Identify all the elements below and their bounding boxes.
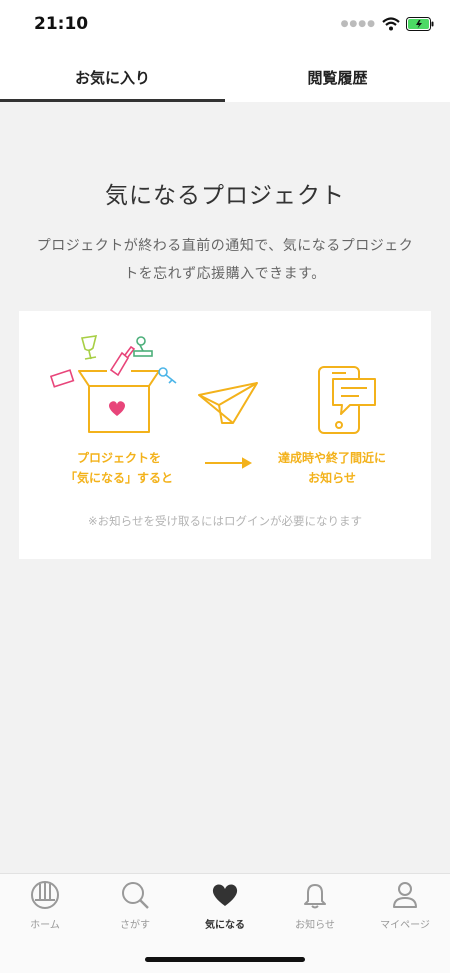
caption-notify-line1: 達成時や終了間近に	[277, 451, 386, 465]
caption-favorite: プロジェクトを 「気になる」すると	[49, 448, 189, 488]
tab-bar: お気に入り 閲覧履歴	[0, 52, 450, 102]
nav-favorites[interactable]: 気になる	[180, 874, 270, 940]
page-title: 気になるプロジェクト	[105, 183, 345, 209]
battery-icon	[406, 17, 434, 31]
stamp-icon	[133, 336, 153, 357]
tab-history-label: 閲覧履歴	[307, 68, 368, 87]
caption-notify: 達成時や終了間近に お知らせ	[257, 448, 407, 488]
home-icon	[31, 881, 59, 909]
page-description: プロジェクトが終わる直前の通知で、気になるプロジェクトを忘れず応援購入できます。	[36, 238, 414, 282]
tab-favorites-label: お気に入り	[74, 68, 150, 87]
bottle-icon	[109, 345, 136, 377]
signal-icon: ●●●●	[340, 19, 376, 29]
ticket-icon	[49, 369, 75, 388]
caption-favorite-line1: プロジェクトを	[76, 451, 161, 465]
nav-search[interactable]: さがす	[90, 874, 180, 940]
key-icon	[158, 367, 177, 384]
nav-home[interactable]: ホーム	[0, 874, 90, 940]
tab-favorites[interactable]: お気に入り	[0, 52, 225, 102]
login-note: ※お知らせを受け取るにはログインが必要になります	[88, 514, 362, 528]
heart-icon	[109, 401, 125, 416]
caption-notify-line2: お知らせ	[308, 471, 356, 485]
caption-favorite-line2: 「気になる」すると	[64, 471, 173, 485]
nav-search-label: さがす	[120, 920, 150, 931]
box-icon	[78, 370, 160, 433]
home-indicator	[145, 957, 305, 962]
feature-card: プロジェクトを 「気になる」すると 達成時や終了間近に お知らせ ※お知らせを受…	[19, 311, 431, 559]
nav-notifications[interactable]: お知らせ	[270, 874, 360, 940]
wifi-icon	[382, 17, 400, 31]
status-time: 21:10	[34, 14, 89, 34]
search-icon	[122, 882, 149, 909]
bell-icon	[304, 884, 326, 909]
heart-icon	[212, 884, 238, 906]
active-tab-indicator	[0, 99, 225, 102]
nav-favorites-label: 気になる	[205, 920, 245, 931]
nav-mypage-label: マイページ	[380, 920, 430, 931]
status-icons: ●●●●	[341, 17, 434, 31]
message-bubble-icon	[332, 378, 376, 415]
person-icon	[393, 882, 417, 908]
arrow-right-icon	[205, 457, 253, 469]
nav-mypage[interactable]: マイページ	[360, 874, 450, 940]
status-bar: 21:10 ●●●●	[0, 0, 450, 52]
nav-home-label: ホーム	[30, 920, 60, 931]
paper-plane-icon	[198, 382, 258, 424]
wine-glass-icon	[80, 335, 98, 360]
tab-history[interactable]: 閲覧履歴	[225, 52, 450, 102]
nav-notifications-label: お知らせ	[295, 920, 335, 931]
